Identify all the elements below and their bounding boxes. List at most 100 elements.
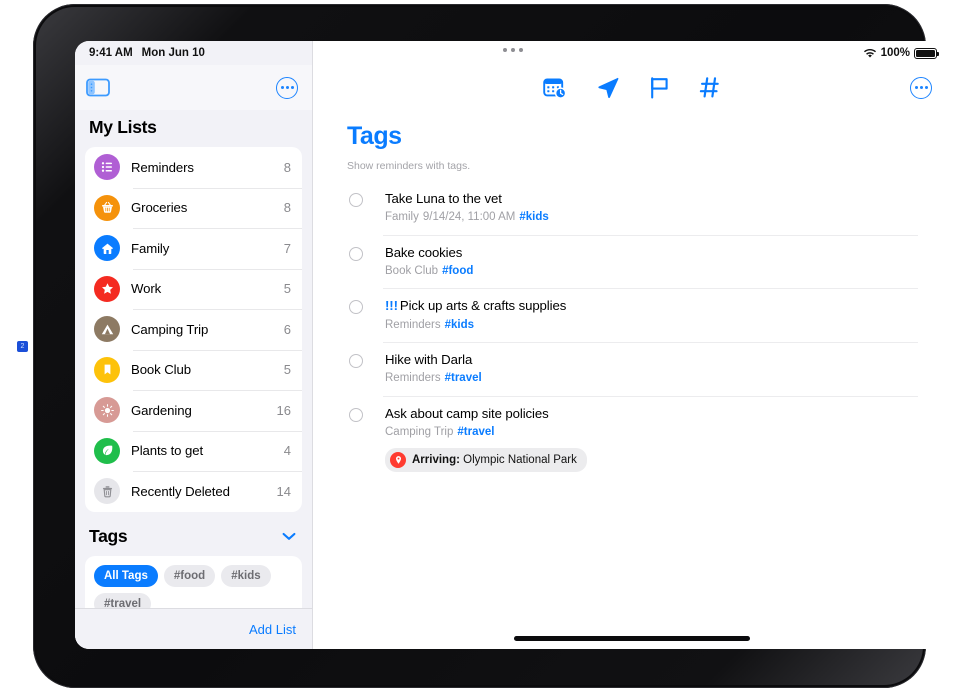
reminder-list-name: Family — [385, 211, 419, 224]
chevron-down-icon[interactable] — [282, 532, 296, 541]
reminder-list: Take Luna to the vet Family 9/14/24, 11:0… — [347, 181, 918, 481]
reminder-complete-toggle[interactable] — [349, 354, 363, 369]
trash-icon — [94, 478, 120, 505]
reminder-meta: Reminders #kids — [385, 318, 918, 334]
house-icon — [94, 235, 120, 262]
sidebar-item-label: Gardening — [131, 402, 192, 418]
reminder-meta: Reminders #travel — [385, 371, 918, 387]
hashtag-icon[interactable] — [699, 76, 721, 99]
main-body: Tags Show reminders with tags. Take Luna… — [313, 110, 951, 481]
scheduled-calendar-icon[interactable] — [543, 77, 567, 99]
annotation-marker: 2 — [17, 341, 28, 352]
location-badge-text: Arriving: Olympic National Park — [412, 454, 577, 466]
sidebar-more-options-icon[interactable] — [276, 76, 298, 99]
reminder-row[interactable]: Ask about camp site policies Camping Tri… — [347, 395, 918, 482]
sidebar-item-label: Family — [131, 240, 170, 256]
sidebar-scroll-area: My Lists Reminders 8 Groceries 8 Family … — [75, 110, 312, 608]
list-bullet-icon — [94, 154, 120, 181]
sidebar-item-label: Reminders — [131, 159, 194, 175]
location-badge[interactable]: Arriving: Olympic National Park — [385, 448, 587, 473]
page-title: Tags — [347, 122, 402, 150]
sun-icon — [94, 397, 120, 424]
reminder-tag[interactable]: #travel — [457, 426, 494, 438]
reminder-meta: Family 9/14/24, 11:00 AM #kids — [385, 210, 918, 226]
reminder-title: Ask about camp site policies — [385, 405, 549, 421]
reminder-title: !!! Pick up arts & crafts supplies — [385, 297, 918, 314]
reminder-list-name: Book Club — [385, 264, 439, 277]
tag-chip-kids[interactable]: #kids — [221, 564, 271, 587]
ipad-device-frame: 9:41 AM Mon Jun 10 100% My Lists Reminde… — [33, 4, 951, 688]
reminder-content: Take Luna to the vet Family 9/14/24, 11:0… — [385, 190, 918, 226]
app-content: My Lists Reminders 8 Groceries 8 Family … — [75, 41, 951, 649]
sidebar-item-camping-trip[interactable]: Camping Trip 6 — [85, 309, 302, 350]
sidebar-item-count: 16 — [276, 402, 291, 418]
tag-chip-travel[interactable]: #travel — [94, 592, 152, 608]
battery-full-icon — [914, 47, 939, 59]
reminder-tag[interactable]: #travel — [445, 372, 482, 384]
reminder-row[interactable]: Bake cookies Book Club #food — [347, 234, 918, 289]
flag-icon[interactable] — [649, 76, 670, 99]
reminder-list-name: Camping Trip — [385, 425, 454, 438]
sidebar-item-groceries[interactable]: Groceries 8 — [85, 187, 302, 229]
reminder-row[interactable]: !!! Pick up arts & crafts supplies Remind… — [347, 288, 918, 342]
reminder-list-name: Reminders — [385, 318, 441, 331]
reminder-complete-toggle[interactable] — [349, 407, 363, 422]
location-arrow-icon[interactable] — [596, 76, 620, 99]
sidebar-item-label: Work — [131, 281, 162, 297]
reminder-row[interactable]: Hike with Darla Reminders #travel — [347, 342, 918, 396]
main-more-options-icon[interactable] — [910, 76, 932, 99]
sidebar-item-label: Plants to get — [131, 443, 204, 459]
reminder-complete-toggle[interactable] — [349, 246, 363, 261]
add-list-button[interactable]: Add List — [249, 622, 296, 637]
main-pane: Tags Show reminders with tags. Take Luna… — [313, 41, 951, 649]
reminder-tag[interactable]: #food — [442, 265, 473, 277]
reminder-content: !!! Pick up arts & crafts supplies Remind… — [385, 297, 918, 333]
sidebar-toolbar — [75, 65, 312, 110]
location-badge-prefix: Arriving: — [412, 454, 460, 467]
sidebar-item-label: Camping Trip — [131, 321, 209, 337]
status-bar: 9:41 AM Mon Jun 10 100% — [75, 41, 951, 65]
reminder-title: Hike with Darla — [385, 352, 473, 368]
sidebar-toggle-icon[interactable] — [86, 78, 110, 97]
reminder-row[interactable]: Take Luna to the vet Family 9/14/24, 11:0… — [347, 181, 918, 235]
sidebar-item-label: Groceries — [131, 200, 188, 216]
sidebar-item-plants-to-get[interactable]: Plants to get 4 — [85, 430, 302, 472]
status-bar-left: 9:41 AM Mon Jun 10 — [89, 47, 205, 59]
reminder-content: Bake cookies Book Club #food — [385, 244, 918, 280]
reminder-due: 9/14/24, 11:00 AM — [422, 211, 516, 224]
reminder-tag[interactable]: #kids — [445, 319, 474, 331]
sidebar-item-recently-deleted[interactable]: Recently Deleted 14 — [85, 471, 302, 512]
main-toolbar-icons — [543, 76, 721, 99]
reminder-list-name: Reminders — [385, 372, 441, 385]
sidebar-item-reminders[interactable]: Reminders 8 — [85, 147, 302, 188]
ipad-screen: 9:41 AM Mon Jun 10 100% My Lists Reminde… — [75, 41, 951, 649]
reminder-title: Take Luna to the vet — [385, 191, 502, 206]
sidebar-item-label: Recently Deleted — [131, 483, 230, 499]
tags-heading: Tags — [89, 525, 128, 546]
reminder-title-text: Pick up arts & crafts supplies — [399, 298, 567, 314]
main-toolbar — [313, 65, 951, 110]
sidebar-item-book-club[interactable]: Book Club 5 — [85, 349, 302, 391]
reminder-meta: Camping Trip #travel — [385, 425, 918, 441]
sidebar-item-gardening[interactable]: Gardening 16 — [85, 390, 302, 431]
my-lists-heading: My Lists — [89, 117, 157, 137]
window-drag-dots-icon[interactable] — [503, 48, 523, 52]
tag-chip-all-tags[interactable]: All Tags — [94, 564, 158, 587]
tags-section-header: Tags — [85, 512, 302, 556]
reminder-complete-toggle[interactable] — [349, 300, 363, 315]
wifi-icon — [863, 48, 876, 58]
tag-chip-food[interactable]: #food — [163, 564, 216, 587]
reminder-tag[interactable]: #kids — [519, 211, 548, 223]
sidebar-item-count: 14 — [276, 483, 291, 499]
reminder-title: Bake cookies — [385, 244, 463, 260]
sidebar-item-work[interactable]: Work 5 — [85, 268, 302, 310]
reminder-complete-toggle[interactable] — [349, 193, 363, 207]
home-indicator[interactable] — [514, 636, 750, 641]
star-icon — [94, 275, 120, 302]
priority-marker: !!! — [385, 298, 398, 314]
sidebar-item-count: 5 — [283, 281, 291, 297]
sidebar-item-family[interactable]: Family 7 — [85, 228, 302, 269]
reminder-meta: Book Club #food — [385, 264, 918, 280]
sidebar-item-count: 7 — [283, 240, 291, 256]
sidebar-item-label: Book Club — [131, 362, 191, 378]
